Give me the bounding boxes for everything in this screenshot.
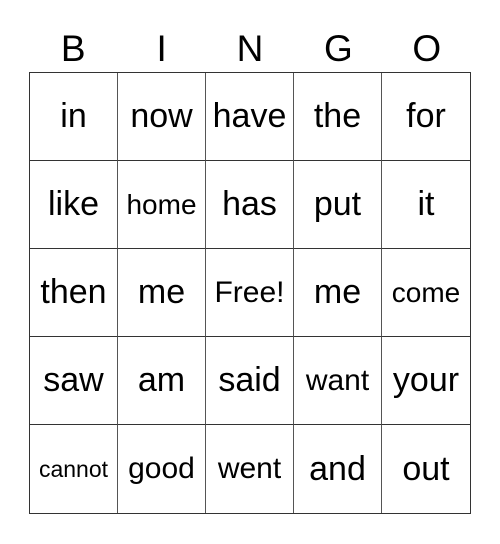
bingo-cell[interactable]: said bbox=[206, 337, 294, 425]
bingo-cell[interactable]: your bbox=[382, 337, 470, 425]
bingo-cell[interactable]: put bbox=[294, 161, 382, 249]
bingo-cell[interactable]: me bbox=[118, 249, 206, 337]
bingo-cell[interactable]: have bbox=[206, 73, 294, 161]
bingo-cell[interactable]: now bbox=[118, 73, 206, 161]
bingo-cell[interactable]: saw bbox=[30, 337, 118, 425]
header-letter-o: O bbox=[412, 28, 442, 69]
bingo-cell[interactable]: out bbox=[382, 425, 470, 513]
header-letter-i: I bbox=[156, 28, 167, 69]
bingo-header: B I N G O bbox=[29, 26, 471, 72]
bingo-cell[interactable]: good bbox=[118, 425, 206, 513]
bingo-cell[interactable]: come bbox=[382, 249, 470, 337]
bingo-cell[interactable]: am bbox=[118, 337, 206, 425]
free-space-cell[interactable]: Free! bbox=[206, 249, 294, 337]
bingo-cell[interactable]: the bbox=[294, 73, 382, 161]
bingo-cell[interactable]: like bbox=[30, 161, 118, 249]
bingo-cell[interactable]: and bbox=[294, 425, 382, 513]
bingo-cell[interactable]: in bbox=[30, 73, 118, 161]
bingo-cell[interactable]: cannot bbox=[30, 425, 118, 513]
bingo-cell[interactable]: want bbox=[294, 337, 382, 425]
header-letter-g: G bbox=[323, 28, 353, 69]
header-letter-n: N bbox=[236, 28, 264, 69]
bingo-cell[interactable]: has bbox=[206, 161, 294, 249]
bingo-grid: in now have the for like home has put it… bbox=[29, 72, 471, 514]
bingo-cell[interactable]: it bbox=[382, 161, 470, 249]
bingo-cell[interactable]: home bbox=[118, 161, 206, 249]
bingo-cell[interactable]: then bbox=[30, 249, 118, 337]
header-letter-b: B bbox=[60, 28, 86, 69]
bingo-cell[interactable]: went bbox=[206, 425, 294, 513]
bingo-cell[interactable]: me bbox=[294, 249, 382, 337]
bingo-cell[interactable]: for bbox=[382, 73, 470, 161]
